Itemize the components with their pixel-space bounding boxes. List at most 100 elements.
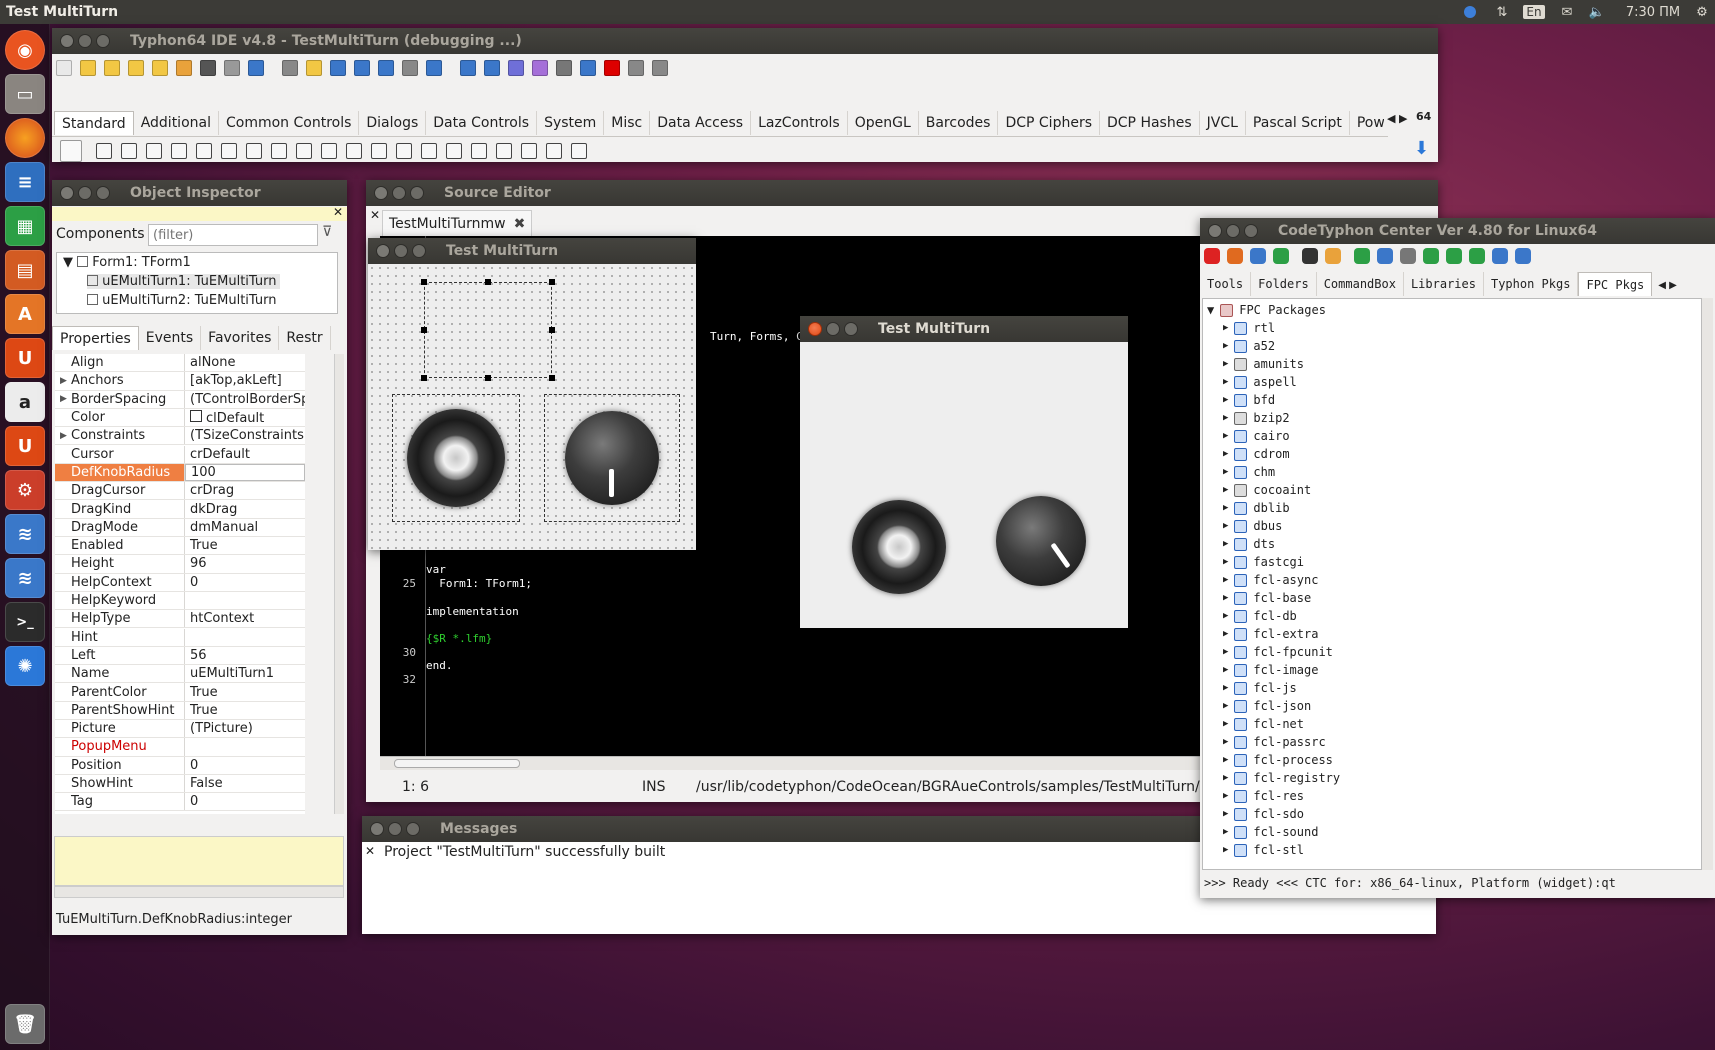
toolbar-button-icon[interactable] bbox=[628, 60, 644, 76]
package-item[interactable]: ▶ aspell bbox=[1223, 373, 1297, 391]
property-row[interactable]: Tag 0 bbox=[55, 793, 305, 812]
property-value[interactable]: 100 bbox=[191, 465, 216, 480]
toolbar-button-icon[interactable] bbox=[426, 60, 442, 76]
expand-icon[interactable]: ▶ bbox=[1223, 701, 1228, 711]
expand-icon[interactable]: ▶ bbox=[60, 394, 67, 404]
package-item[interactable]: ▶ fcl-js bbox=[1223, 679, 1297, 697]
toolbar-button-icon[interactable] bbox=[460, 60, 476, 76]
property-value[interactable]: True bbox=[190, 538, 218, 553]
palette-tab[interactable]: OpenGL bbox=[848, 111, 919, 135]
center-toolbar-icon[interactable] bbox=[1469, 248, 1485, 264]
property-value[interactable]: 0 bbox=[190, 758, 198, 773]
package-item[interactable]: ▶ amunits bbox=[1223, 355, 1304, 373]
component-icon[interactable] bbox=[571, 143, 587, 159]
expand-icon[interactable]: ▶ bbox=[1223, 647, 1228, 657]
terminal-icon[interactable]: >_ bbox=[5, 602, 45, 642]
maximize-icon[interactable] bbox=[1244, 224, 1258, 238]
close-icon[interactable]: ✕ bbox=[365, 844, 375, 858]
property-row[interactable]: ▶ BorderSpacing (TControlBorderSp bbox=[55, 390, 305, 409]
ubuntu-one-icon[interactable]: U bbox=[5, 338, 45, 378]
property-row[interactable]: HelpType htContext bbox=[55, 610, 305, 629]
palette-tab[interactable]: DCP Ciphers bbox=[998, 111, 1100, 135]
expand-icon[interactable]: ▶ bbox=[1223, 431, 1228, 441]
maximize-icon[interactable] bbox=[412, 244, 426, 258]
toolbar-button-icon[interactable] bbox=[152, 60, 168, 76]
property-row[interactable]: HelpContext 0 bbox=[55, 573, 305, 592]
multiturn2-design[interactable] bbox=[544, 394, 680, 522]
package-item[interactable]: ▶ fcl-fpcunit bbox=[1223, 643, 1333, 661]
package-item[interactable]: ▶ fcl-db bbox=[1223, 607, 1297, 625]
files-icon[interactable]: ▭ bbox=[5, 74, 45, 114]
center-toolbar-icon[interactable] bbox=[1446, 248, 1462, 264]
center-tab[interactable]: CommandBox bbox=[1317, 272, 1404, 296]
palette-tab[interactable]: Misc bbox=[604, 111, 651, 135]
db-icon[interactable]: ≋ bbox=[5, 514, 45, 554]
pointer-icon[interactable] bbox=[60, 140, 82, 162]
minimize-icon[interactable] bbox=[78, 34, 92, 48]
multiturn1-design[interactable] bbox=[392, 394, 520, 522]
component-icon[interactable] bbox=[146, 143, 162, 159]
property-value[interactable]: clDefault bbox=[206, 411, 264, 426]
close-icon[interactable] bbox=[370, 822, 384, 836]
toolbar-button-icon[interactable] bbox=[80, 60, 96, 76]
component-icon[interactable] bbox=[96, 143, 112, 159]
package-item[interactable]: ▶ chm bbox=[1223, 463, 1275, 481]
expand-icon[interactable]: ▶ bbox=[1223, 539, 1228, 549]
palette-tab[interactable]: Common Controls bbox=[219, 111, 360, 135]
toolbar-button-icon[interactable] bbox=[128, 60, 144, 76]
property-value[interactable]: 0 bbox=[190, 575, 198, 590]
close-icon[interactable] bbox=[1208, 224, 1222, 238]
package-item[interactable]: ▶ a52 bbox=[1223, 337, 1275, 355]
property-value[interactable]: dmManual bbox=[190, 520, 258, 535]
trash-icon[interactable]: 🗑 bbox=[5, 1004, 45, 1044]
center-tab[interactable]: Libraries bbox=[1404, 272, 1484, 296]
hint-scrollbar[interactable] bbox=[54, 886, 344, 898]
package-item[interactable]: ▶ fcl-net bbox=[1223, 715, 1304, 733]
expand-icon[interactable]: ▶ bbox=[1223, 665, 1228, 675]
property-row[interactable]: Left 56 bbox=[55, 646, 305, 666]
minimize-icon[interactable] bbox=[392, 186, 406, 200]
property-value[interactable]: (TControlBorderSp bbox=[190, 392, 305, 407]
multiturn2-knob[interactable] bbox=[996, 496, 1086, 586]
expand-icon[interactable]: ▶ bbox=[1223, 809, 1228, 819]
inspector-tab[interactable]: Restr bbox=[279, 326, 331, 350]
property-value[interactable]: True bbox=[190, 703, 218, 718]
toolbar-button-icon[interactable] bbox=[532, 60, 548, 76]
center-tab[interactable]: Folders bbox=[1251, 272, 1317, 296]
property-row[interactable]: PopupMenu bbox=[55, 738, 305, 757]
power-icon[interactable]: ⚙ bbox=[1690, 0, 1714, 24]
component-filter-input[interactable] bbox=[148, 224, 318, 246]
expand-icon[interactable]: ▶ bbox=[1223, 521, 1228, 531]
property-row[interactable]: DragMode dmManual bbox=[55, 518, 305, 537]
network-icon[interactable] bbox=[1458, 0, 1482, 24]
expand-icon[interactable]: ▶ bbox=[1223, 593, 1228, 603]
expand-icon[interactable]: ▶ bbox=[1223, 737, 1228, 747]
tab-scroll-arrows[interactable]: ◀ ▶ bbox=[1387, 112, 1407, 125]
property-value[interactable]: 0 bbox=[190, 794, 198, 809]
property-value[interactable]: [akTop,akLeft] bbox=[190, 373, 282, 388]
package-item[interactable]: ▶ bfd bbox=[1223, 391, 1275, 409]
close-icon[interactable] bbox=[60, 186, 74, 200]
close-icon[interactable] bbox=[808, 322, 822, 336]
center-toolbar-icon[interactable] bbox=[1400, 248, 1416, 264]
minimize-icon[interactable] bbox=[826, 322, 840, 336]
center-toolbar-icon[interactable] bbox=[1302, 248, 1318, 264]
center-toolbar-icon[interactable] bbox=[1515, 248, 1531, 264]
center-toolbar-icon[interactable] bbox=[1377, 248, 1393, 264]
property-value[interactable]: 96 bbox=[190, 556, 207, 571]
property-row[interactable]: HelpKeyword bbox=[55, 591, 305, 611]
expand-icon[interactable]: ▶ bbox=[1223, 755, 1228, 765]
package-item[interactable]: ▶ cdrom bbox=[1223, 445, 1290, 463]
package-item[interactable]: ▶ fcl-stl bbox=[1223, 841, 1304, 859]
center-tab[interactable]: Typhon Pkgs bbox=[1484, 272, 1579, 296]
clock[interactable]: 7:30 ПМ bbox=[1618, 0, 1688, 24]
expand-icon[interactable]: ▶ bbox=[1223, 719, 1228, 729]
tree-node-multiturn1[interactable]: uEMultiTurn1: TuEMultiTurn bbox=[87, 274, 281, 289]
close-tab-icon[interactable]: ✖ bbox=[514, 216, 526, 232]
expand-icon[interactable]: ▶ bbox=[1223, 629, 1228, 639]
close-icon[interactable] bbox=[376, 244, 390, 258]
property-row[interactable]: ▶ Constraints (TSizeConstraints) bbox=[55, 427, 305, 446]
package-item[interactable]: ▶ fastcgi bbox=[1223, 553, 1304, 571]
expand-icon[interactable]: ▶ bbox=[1223, 467, 1228, 477]
property-row[interactable]: ShowHint False bbox=[55, 774, 305, 794]
